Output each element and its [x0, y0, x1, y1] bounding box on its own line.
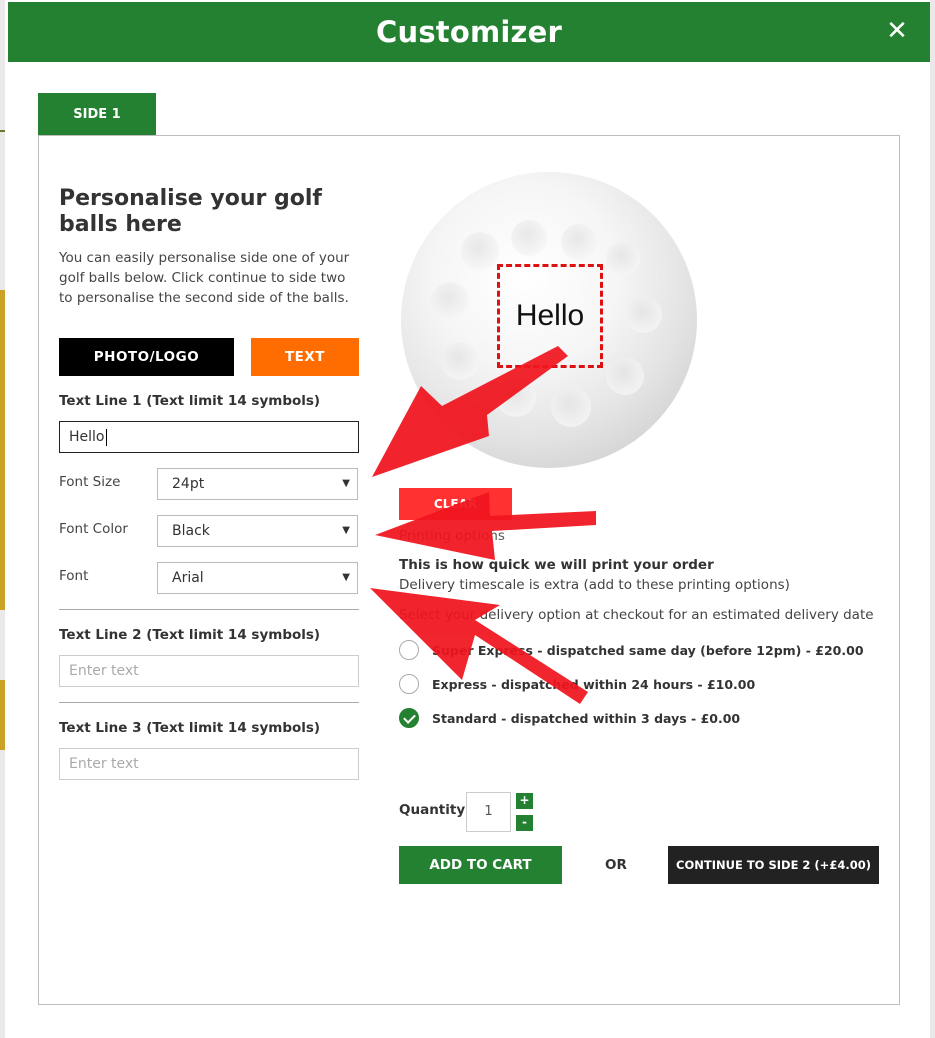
- font-size-select[interactable]: 24pt ▼: [157, 468, 358, 500]
- timescale-note: Delivery timescale is extra (add to thes…: [399, 577, 790, 593]
- option-express[interactable]: Express - dispatched within 24 hours - £…: [399, 673, 755, 695]
- printing-options-label: Printing options: [399, 528, 505, 544]
- close-icon[interactable]: ✕: [884, 18, 910, 44]
- font-label: Font: [59, 568, 89, 584]
- divider: [59, 702, 359, 703]
- text-line-2-input[interactable]: Enter text: [59, 655, 359, 687]
- font-size-label: Font Size: [59, 474, 121, 490]
- font-value: Arial: [172, 570, 204, 586]
- ball-dimple: [496, 377, 536, 417]
- text-line-2-label: Text Line 2 (Text limit 14 symbols): [59, 627, 321, 643]
- background-page-edge-right: [930, 0, 935, 1038]
- text-line-3-input[interactable]: Enter text: [59, 748, 359, 780]
- tab-side-1[interactable]: SIDE 1: [38, 93, 156, 135]
- customizer-modal: Customizer ✕ SIDE 1 Personalise your gol…: [5, 0, 930, 1038]
- golf-ball-preview: Hello: [401, 172, 697, 468]
- text-caret: [105, 428, 107, 446]
- divider: [59, 609, 359, 610]
- font-size-value: 24pt: [172, 476, 205, 492]
- modal-title: Customizer: [376, 15, 562, 49]
- text-line-1-value: Hello: [69, 429, 105, 445]
- ball-dimple: [551, 387, 591, 427]
- ball-dimple: [606, 357, 644, 395]
- checked-radio-icon[interactable]: [399, 708, 419, 728]
- font-color-select[interactable]: Black ▼: [157, 515, 358, 547]
- ball-dimple: [461, 232, 499, 270]
- font-color-value: Black: [172, 523, 210, 539]
- continue-to-side-2-button[interactable]: CONTINUE TO SIDE 2 (+£4.00): [668, 846, 879, 884]
- quantity-increase-button[interactable]: +: [516, 793, 533, 809]
- photo-logo-button[interactable]: PHOTO/LOGO: [59, 338, 234, 376]
- delivery-note: Select your delivery option at checkout …: [399, 607, 874, 623]
- font-select[interactable]: Arial ▼: [157, 562, 358, 594]
- print-area-frame[interactable]: Hello: [497, 264, 603, 368]
- text-line-3-label: Text Line 3 (Text limit 14 symbols): [59, 720, 321, 736]
- print-preview-text: Hello: [515, 299, 585, 332]
- radio-button[interactable]: [399, 640, 419, 660]
- modal-header: Customizer ✕: [8, 2, 930, 62]
- ball-dimple: [561, 224, 597, 260]
- text-line-1-label: Text Line 1 (Text limit 14 symbols): [59, 393, 321, 409]
- dropdown-arrow-icon: ▼: [342, 525, 350, 536]
- quantity-input[interactable]: 1: [466, 792, 511, 832]
- text-line-1-input[interactable]: Hello: [59, 421, 359, 453]
- quantity-label: Quantity: [399, 802, 466, 818]
- dropdown-arrow-icon: ▼: [342, 478, 350, 489]
- printing-heading: This is how quick we will print your ord…: [399, 557, 714, 573]
- text-mode-button[interactable]: TEXT: [251, 338, 359, 376]
- or-separator: OR: [605, 857, 627, 873]
- quantity-decrease-button[interactable]: -: [516, 815, 533, 831]
- page-title: Personalise your golf balls here: [59, 186, 322, 237]
- ball-dimple: [511, 220, 547, 256]
- ball-dimple: [606, 242, 640, 276]
- option-label: Express - dispatched within 24 hours - £…: [432, 676, 756, 692]
- ball-dimple: [441, 342, 479, 380]
- clear-button[interactable]: CLEAR: [399, 488, 512, 520]
- intro-text: You can easily personalise side one of y…: [59, 250, 350, 306]
- option-standard[interactable]: Standard - dispatched within 3 days - £0…: [399, 707, 740, 729]
- font-color-label: Font Color: [59, 521, 128, 537]
- option-label: Standard - dispatched within 3 days - £0…: [432, 710, 741, 726]
- add-to-cart-button[interactable]: ADD TO CART: [399, 846, 562, 884]
- option-super-express[interactable]: Super Express - dispatched same day (bef…: [399, 639, 864, 661]
- ball-dimple: [431, 282, 469, 320]
- dropdown-arrow-icon: ▼: [342, 572, 350, 583]
- customizer-panel: Personalise your golf balls here You can…: [38, 135, 900, 1005]
- option-label: Super Express - dispatched same day (bef…: [432, 642, 864, 658]
- radio-button[interactable]: [399, 674, 419, 694]
- ball-dimple: [626, 297, 662, 333]
